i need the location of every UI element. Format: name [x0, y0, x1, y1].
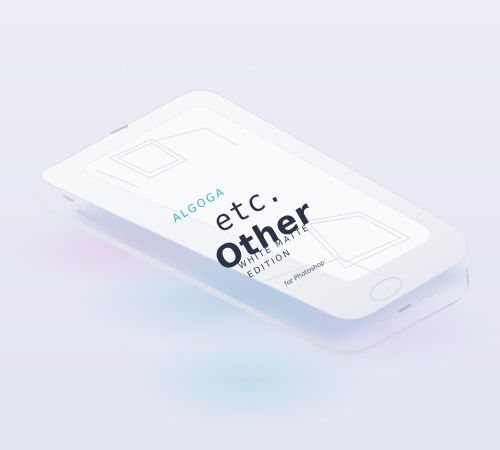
- mute-switch-icon: [62, 194, 75, 203]
- mockup-scene: ALGOGA etc. Other WHITE MATTE EDITION fo…: [0, 0, 500, 450]
